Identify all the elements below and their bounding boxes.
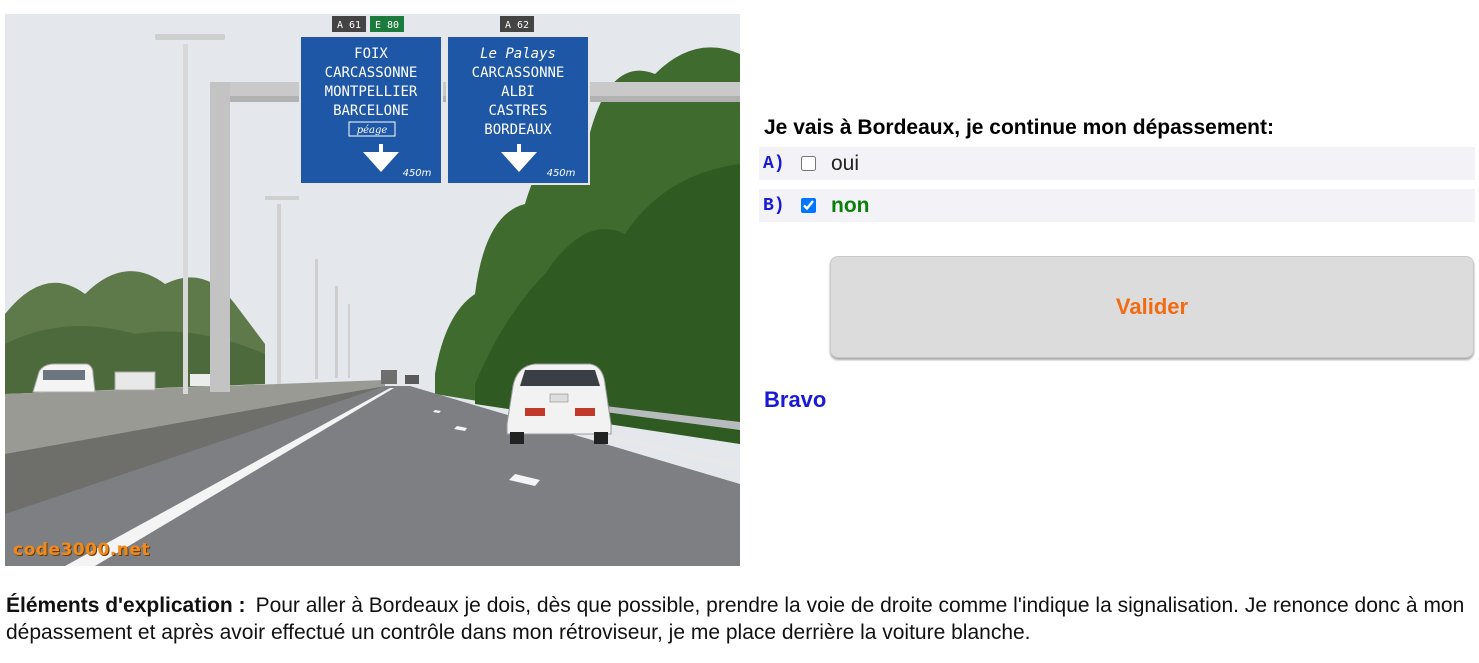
sign-right-line-4: CASTRES — [488, 103, 547, 119]
road-shield-e80: E 80 — [375, 20, 399, 31]
sign-left-line-2: CARCASSONNE — [325, 65, 418, 81]
sign-left-toll: péage — [357, 125, 388, 136]
watermark: code3000.net — [13, 540, 150, 560]
sign-left-line-1: FOIX — [354, 46, 388, 62]
sign-right-line-2: CARCASSONNE — [472, 65, 565, 81]
answer-text-b: non — [831, 193, 870, 217]
sign-right-line-5: BORDEAUX — [484, 122, 552, 138]
explanation-label: Éléments d'explication : — [6, 594, 246, 617]
sign-right-line-1: Le Palays — [480, 46, 556, 62]
white-car-right — [506, 363, 612, 444]
sign-right-line-3: ALBI — [501, 84, 535, 100]
result-message: Bravo — [764, 387, 827, 412]
answer-checkbox-b[interactable] — [801, 198, 816, 213]
explanation-paragraph: Éléments d'explication : Pour aller à Bor… — [6, 592, 1474, 646]
answer-option-a[interactable]: A) oui — [759, 147, 1475, 180]
sign-left-line-4: BARCELONE — [333, 103, 409, 119]
answer-letter-b: B) — [763, 195, 785, 216]
scene-drawing: A 61 E 80 A 62 FOIX CARCASSONNE MONTPELL… — [5, 14, 740, 566]
answer-letter-a: A) — [763, 153, 785, 174]
sign-left-line-3: MONTPELLIER — [325, 84, 418, 100]
road-shield-a62: A 62 — [505, 20, 529, 31]
sign-right-distance: 450m — [547, 168, 576, 179]
road-shield-a61: A 61 — [337, 20, 361, 31]
validate-button[interactable]: Valider — [830, 256, 1474, 358]
answer-text-a: oui — [831, 151, 860, 175]
answer-option-b[interactable]: B) non — [759, 189, 1475, 222]
motorway-scene-image: A 61 E 80 A 62 FOIX CARCASSONNE MONTPELL… — [5, 14, 740, 566]
white-van-left — [32, 363, 96, 393]
answer-checkbox-a[interactable] — [801, 156, 816, 171]
sign-left-distance: 450m — [403, 168, 432, 179]
question-title: Je vais à Bordeaux, je continue mon dépa… — [764, 116, 1274, 139]
